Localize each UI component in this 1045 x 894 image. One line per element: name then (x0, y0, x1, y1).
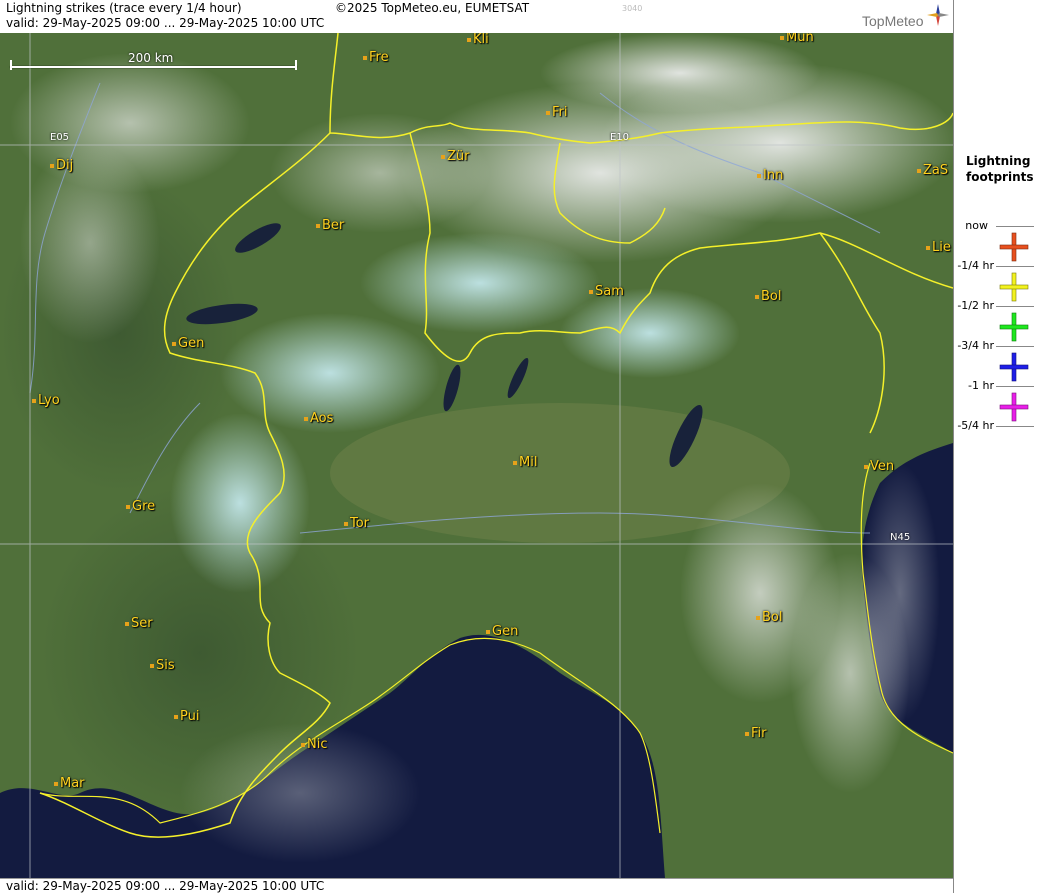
valid-time: valid: 29-May-2025 09:00 ... 29-May-2025… (6, 16, 325, 30)
city-label: Gen (486, 625, 518, 639)
cloud (180, 723, 420, 863)
cross-icon-half-hour (999, 272, 1029, 302)
alps-snow (170, 413, 310, 593)
legend-label-one-hour: -1 hr (968, 379, 994, 392)
city-label: Tor (344, 517, 369, 531)
cloud (540, 33, 820, 113)
scale-label: 200 km (128, 51, 174, 65)
city-label: Mar (54, 777, 85, 791)
topmeteo-logo: TopMeteo (862, 13, 924, 29)
city-label: Dij (50, 159, 73, 173)
cross-icon-quarter-hour (999, 232, 1029, 262)
city-label: Ven (864, 460, 894, 474)
city-label: Lie (926, 241, 951, 255)
city-label: Bol (755, 290, 781, 304)
grid-label-e10: E10 (610, 132, 630, 143)
city-label: Lyo (32, 394, 60, 408)
map-canvas (0, 33, 953, 878)
scale-bar: 200 km (10, 51, 297, 70)
footer-valid-time: valid: 29-May-2025 09:00 ... 29-May-2025… (6, 879, 325, 893)
legend-divider (996, 426, 1034, 427)
footer-bar: valid: 29-May-2025 09:00 ... 29-May-2025… (0, 878, 953, 894)
lightning-legend: Lightning footprints now -1/4 hr -1/2 hr… (953, 0, 1045, 893)
cross-icon-one-hour (999, 352, 1029, 382)
legend-divider (996, 266, 1034, 267)
city-label: Inn (757, 169, 783, 183)
legend-label-five-quarter-hour: -5/4 hr (957, 419, 994, 432)
city-label: Pui (174, 710, 199, 724)
cloud (270, 113, 490, 233)
header-bar: Lightning strikes (trace every 1/4 hour)… (0, 0, 953, 34)
city-label: Sam (589, 285, 624, 299)
satellite-map[interactable]: E05 E10 N45 200 km Kli Mun Fre Fri Dij Z… (0, 33, 953, 878)
compass-star-icon (927, 4, 949, 26)
map-title: Lightning strikes (trace every 1/4 hour) (6, 1, 242, 15)
legend-label-quarter-hour: -1/4 hr (957, 259, 994, 272)
grid-label-n45: N45 (890, 532, 911, 543)
city-label: Kli (467, 33, 489, 47)
city-label: Ser (125, 617, 153, 631)
city-label: Zür (441, 150, 470, 164)
city-label: Ber (316, 219, 344, 233)
city-label: Sis (150, 659, 175, 673)
city-label: Nic (301, 738, 327, 752)
legend-divider (996, 226, 1034, 227)
cross-icon-three-quarter-hour (999, 312, 1029, 342)
cloud (20, 143, 160, 343)
legend-divider (996, 346, 1034, 347)
map-code: 3040 (622, 4, 643, 13)
legend-label-now: now (965, 219, 988, 232)
city-label: Fre (363, 51, 389, 65)
legend-label-half-hour: -1/2 hr (957, 299, 994, 312)
city-label: Bol (756, 611, 782, 625)
copyright-text: ©2025 TopMeteo.eu, EUMETSAT (335, 1, 530, 15)
city-label: Aos (304, 412, 333, 426)
city-label: Gen (172, 337, 204, 351)
city-label: Mil (513, 456, 537, 470)
city-label: Fri (546, 106, 568, 120)
city-label: Fir (745, 727, 767, 741)
cloud (860, 463, 940, 723)
city-label: ZaS (917, 164, 948, 178)
legend-title: Lightning footprints (966, 154, 1034, 184)
legend-divider (996, 386, 1034, 387)
city-label: Mun (780, 33, 814, 45)
legend-divider (996, 306, 1034, 307)
cross-icon-five-quarter-hour (999, 392, 1029, 422)
grid-label-e05: E05 (50, 132, 70, 143)
legend-label-three-quarter-hour: -3/4 hr (957, 339, 994, 352)
alps-snow (560, 288, 740, 378)
city-label: Gre (126, 500, 155, 514)
